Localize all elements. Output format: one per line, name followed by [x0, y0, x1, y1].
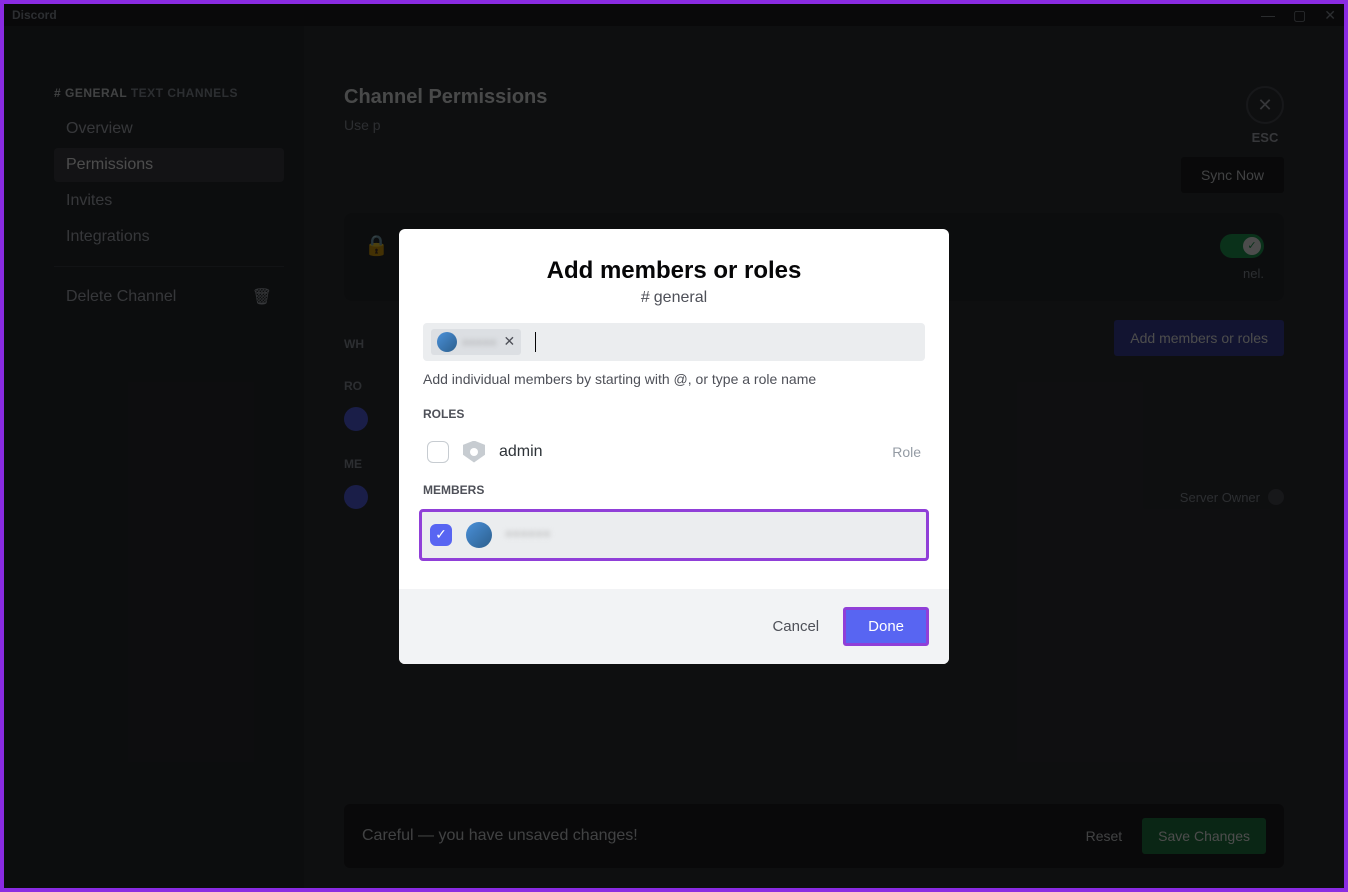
modal-title: Add members or roles	[419, 257, 929, 285]
member-name: ••••••	[506, 526, 918, 544]
chip-avatar	[437, 332, 457, 352]
hash-lock-icon: #	[641, 289, 650, 307]
modal-footer: Cancel Done	[399, 589, 949, 664]
done-button[interactable]: Done	[843, 607, 929, 646]
chip-name: •••••	[463, 334, 498, 350]
member-avatar	[466, 522, 492, 548]
chip-remove-icon[interactable]: ✕	[504, 333, 516, 350]
add-members-modal: Add members or roles # general ••••• ✕ A…	[399, 229, 949, 664]
shield-icon	[463, 441, 485, 463]
modal-channel: # general	[419, 289, 929, 307]
role-name: admin	[499, 443, 878, 461]
members-label: MEMBERS	[423, 483, 925, 497]
cancel-button[interactable]: Cancel	[772, 618, 819, 635]
role-tag: Role	[892, 444, 921, 460]
role-checkbox[interactable]	[427, 441, 449, 463]
roles-label: ROLES	[423, 407, 925, 421]
text-cursor	[535, 332, 536, 352]
modal-channel-name: general	[654, 289, 707, 307]
search-hint: Add individual members by starting with …	[423, 371, 925, 387]
member-row[interactable]: ✓ ••••••	[419, 509, 929, 561]
selected-member-chip: ••••• ✕	[431, 329, 521, 355]
search-input[interactable]: ••••• ✕	[423, 323, 925, 361]
member-checkbox[interactable]: ✓	[430, 524, 452, 546]
role-row-admin[interactable]: admin Role	[423, 433, 925, 471]
modal-overlay: Add members or roles # general ••••• ✕ A…	[4, 4, 1344, 888]
